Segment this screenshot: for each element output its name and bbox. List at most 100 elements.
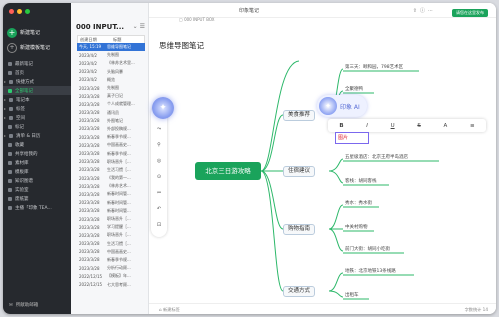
list-item[interactable]: 今天, 15:19 思维导图笔记 (77, 43, 145, 52)
mindmap-leaf[interactable]: 全聚德鸭 (345, 86, 363, 92)
layout-icon[interactable]: ⊙ (151, 169, 167, 185)
list-item[interactable]: 2022/12/15 七大思考顾... (77, 280, 145, 288)
list-item[interactable]: 2022/12/15 【模板】年... (77, 272, 145, 280)
list-item[interactable]: 2023/3/28 中国画画史... (77, 248, 145, 256)
undo-icon[interactable]: ↶ (151, 201, 167, 217)
list-item[interactable]: 2023/3/28 职场晋升［... (77, 231, 145, 239)
list-item[interactable]: 2023/3/28 个人成就管理... (77, 100, 145, 108)
sidebar-item-materials[interactable]: 素材库 (3, 158, 71, 167)
sidebar-item-marks[interactable]: 标记 (3, 122, 71, 131)
sidebar-item-lab[interactable]: 实验室 (3, 185, 71, 194)
template-icon (8, 169, 12, 174)
list-item[interactable]: 2023/3/28 《我的第一... (77, 174, 145, 182)
sidebar-item-shortcuts[interactable]: 快捷方式 (3, 77, 71, 86)
filter-icon[interactable]: ☰ (140, 23, 145, 30)
text-color-button[interactable]: A (444, 123, 448, 129)
underline-button[interactable]: U (391, 123, 395, 129)
new-template-note-button[interactable]: + 新建模板笔记 (7, 42, 67, 53)
mindmap-leaf[interactable]: 中关村购物 (345, 224, 368, 230)
mindmap-leaf[interactable]: 秀水：秀水街 (345, 200, 372, 206)
heart-icon (8, 142, 12, 147)
list-item[interactable]: 2023/3/28 先制图 (77, 84, 145, 92)
align-button[interactable]: ≡ (470, 123, 475, 129)
sidebar-item-notebooks[interactable]: 笔记本 (3, 95, 71, 104)
mindmap-branch[interactable]: 购物指南 (283, 224, 316, 235)
mindmap-leaf[interactable]: 五星级酒店：北京王府半岛酒店 (345, 154, 408, 160)
list-item[interactable]: 2023/3/28 职场晋升［... (77, 215, 145, 223)
mindmap-leaf[interactable]: 地铁：北京地铁13条线路 (345, 268, 396, 274)
list-item[interactable]: 2023/3/28 中国画画史... (77, 141, 145, 149)
list-item[interactable]: 2023/3/28 通讯员 (77, 109, 145, 117)
list-item-title: 真子日记 (107, 93, 123, 99)
sidebar-item-knowledge-graph[interactable]: 知识图谱 (3, 176, 71, 185)
list-item[interactable]: 2023/3/28 生活习惯［... (77, 240, 145, 248)
ai-assistant-pill[interactable]: ✦ 印象 AI (317, 95, 367, 117)
minimize-window-button[interactable] (17, 9, 22, 14)
mindmap-branch[interactable]: 住宿建议 (283, 166, 316, 177)
sidebar-item-all-notes[interactable]: 全部笔记 (3, 86, 71, 95)
list-item[interactable]: 2023/3/28 分析行动顾... (77, 264, 145, 272)
list-item-date: 2023/3/28 (79, 249, 100, 255)
sidebar-item-tags[interactable]: 标签 (3, 104, 71, 113)
sidebar-item-label: 主播「印象 TEA... (15, 205, 52, 211)
new-template-note-label: 新建模板笔记 (20, 45, 51, 51)
list-item[interactable]: 2023/3/28 真子日记 (77, 92, 145, 100)
style-icon[interactable]: ⚲ (151, 137, 167, 153)
list-title: 000 INPUT... (76, 23, 125, 31)
mindmap-branch[interactable]: 美食推荐 (283, 110, 316, 121)
list-item[interactable]: 2023/3/28 职场晋升［... (77, 158, 145, 166)
sidebar-item-templates[interactable]: 模板库 (3, 167, 71, 176)
zoom-window-button[interactable] (25, 9, 30, 14)
list-item-title: 中国画画史... (107, 142, 131, 148)
link-icon[interactable]: ⤳ (151, 121, 167, 137)
list-item[interactable]: 2023/3/28 新春季节规... (77, 256, 145, 264)
close-window-button[interactable] (9, 9, 14, 14)
sidebar-item-home[interactable]: 首页 (3, 68, 71, 77)
list-item[interactable]: 2023/3/28 学习提醒［... (77, 223, 145, 231)
list-item[interactable]: 2023/3/28 《林苏艺术... (77, 182, 145, 190)
sidebar-item-trash[interactable]: 废纸篓 (3, 194, 71, 203)
list-item[interactable]: 2023/3/28 新春时间管... (77, 199, 145, 207)
list-item[interactable]: 2023/3/28 外图笔记 (77, 117, 145, 125)
sidebar-item-spaces[interactable]: 空间 (3, 113, 71, 122)
new-note-button[interactable]: + 新建笔记 (7, 27, 67, 38)
list-item[interactable]: 2023/4/2 《林苏艺术里... (77, 59, 145, 67)
list-item-date: 2023/3/28 (79, 257, 100, 263)
mindmap-branch[interactable]: 交通方式 (283, 286, 316, 297)
list-icon[interactable]: ≔ (151, 185, 167, 201)
list-item[interactable]: 2023/3/28 生活习惯［... (77, 166, 145, 174)
list-item-date: 2023/3/28 (79, 142, 100, 148)
list-item[interactable]: 2023/3/28 新春时间管... (77, 190, 145, 198)
chevron-down-icon[interactable]: ⌄ (133, 23, 138, 30)
connector (328, 290, 344, 298)
format-toolbar: B I U S A ≡ (328, 119, 486, 132)
list-item[interactable]: 2023/4/2 头脑风暴 (77, 68, 145, 76)
mindmap-leaf[interactable]: 第三天：颐和园，798艺术区 (345, 64, 403, 70)
ai-icon[interactable]: ✦ (152, 97, 174, 119)
sidebar-item-shared[interactable]: 共享给我的 (3, 149, 71, 158)
editor-area: 印象笔记 ⇪ⓘ⋯ 请您在这里发布 ▢ 000 INPUT BOX 思维导图笔记 (149, 3, 496, 314)
list-item[interactable]: 2023/3/28 新春时间管... (77, 207, 145, 215)
expand-icon[interactable]: ⊡ (151, 217, 167, 233)
add-tag-button[interactable]: ⌂ 新建标签 (159, 307, 180, 313)
list-item[interactable]: 2023/3/28 新春季节规... (77, 133, 145, 141)
list-item[interactable]: 2023/4/2 概览 (77, 76, 145, 84)
list-item[interactable]: 2023/3/28 外部投稿规... (77, 125, 145, 133)
sidebar-item-label: 首页 (15, 70, 24, 76)
bold-button[interactable]: B (339, 123, 343, 129)
mindmap-leaf[interactable]: 前门大街：胡同小吃街 (345, 246, 390, 252)
target-icon[interactable]: ◎ (151, 153, 167, 169)
mindmap-leaf[interactable]: 客栈：胡同客栈 (345, 178, 377, 184)
sidebar-item-tea[interactable]: 主播「印象 TEA... (3, 203, 71, 212)
editing-node-input[interactable]: 图片 (335, 132, 369, 144)
mindmap-leaf[interactable]: 出租车 (345, 292, 359, 298)
mindmap-root[interactable]: 北京三日游攻略 (195, 162, 261, 180)
sidebar-item-tasks-calendar[interactable]: 清单 & 日历 (3, 131, 71, 140)
list-item[interactable]: 2023/4/2 先制图 (77, 51, 145, 59)
strikethrough-button[interactable]: S (417, 123, 421, 129)
sidebar-item-favorites[interactable]: 收藏 (3, 140, 71, 149)
list-item[interactable]: 2023/3/28 新春季节规... (77, 149, 145, 157)
sidebar-item-recent[interactable]: 最新笔记 (3, 59, 71, 68)
sidebar-footer[interactable]: ✉ 所献助邮箱 (9, 302, 38, 309)
italic-button[interactable]: I (366, 123, 368, 129)
